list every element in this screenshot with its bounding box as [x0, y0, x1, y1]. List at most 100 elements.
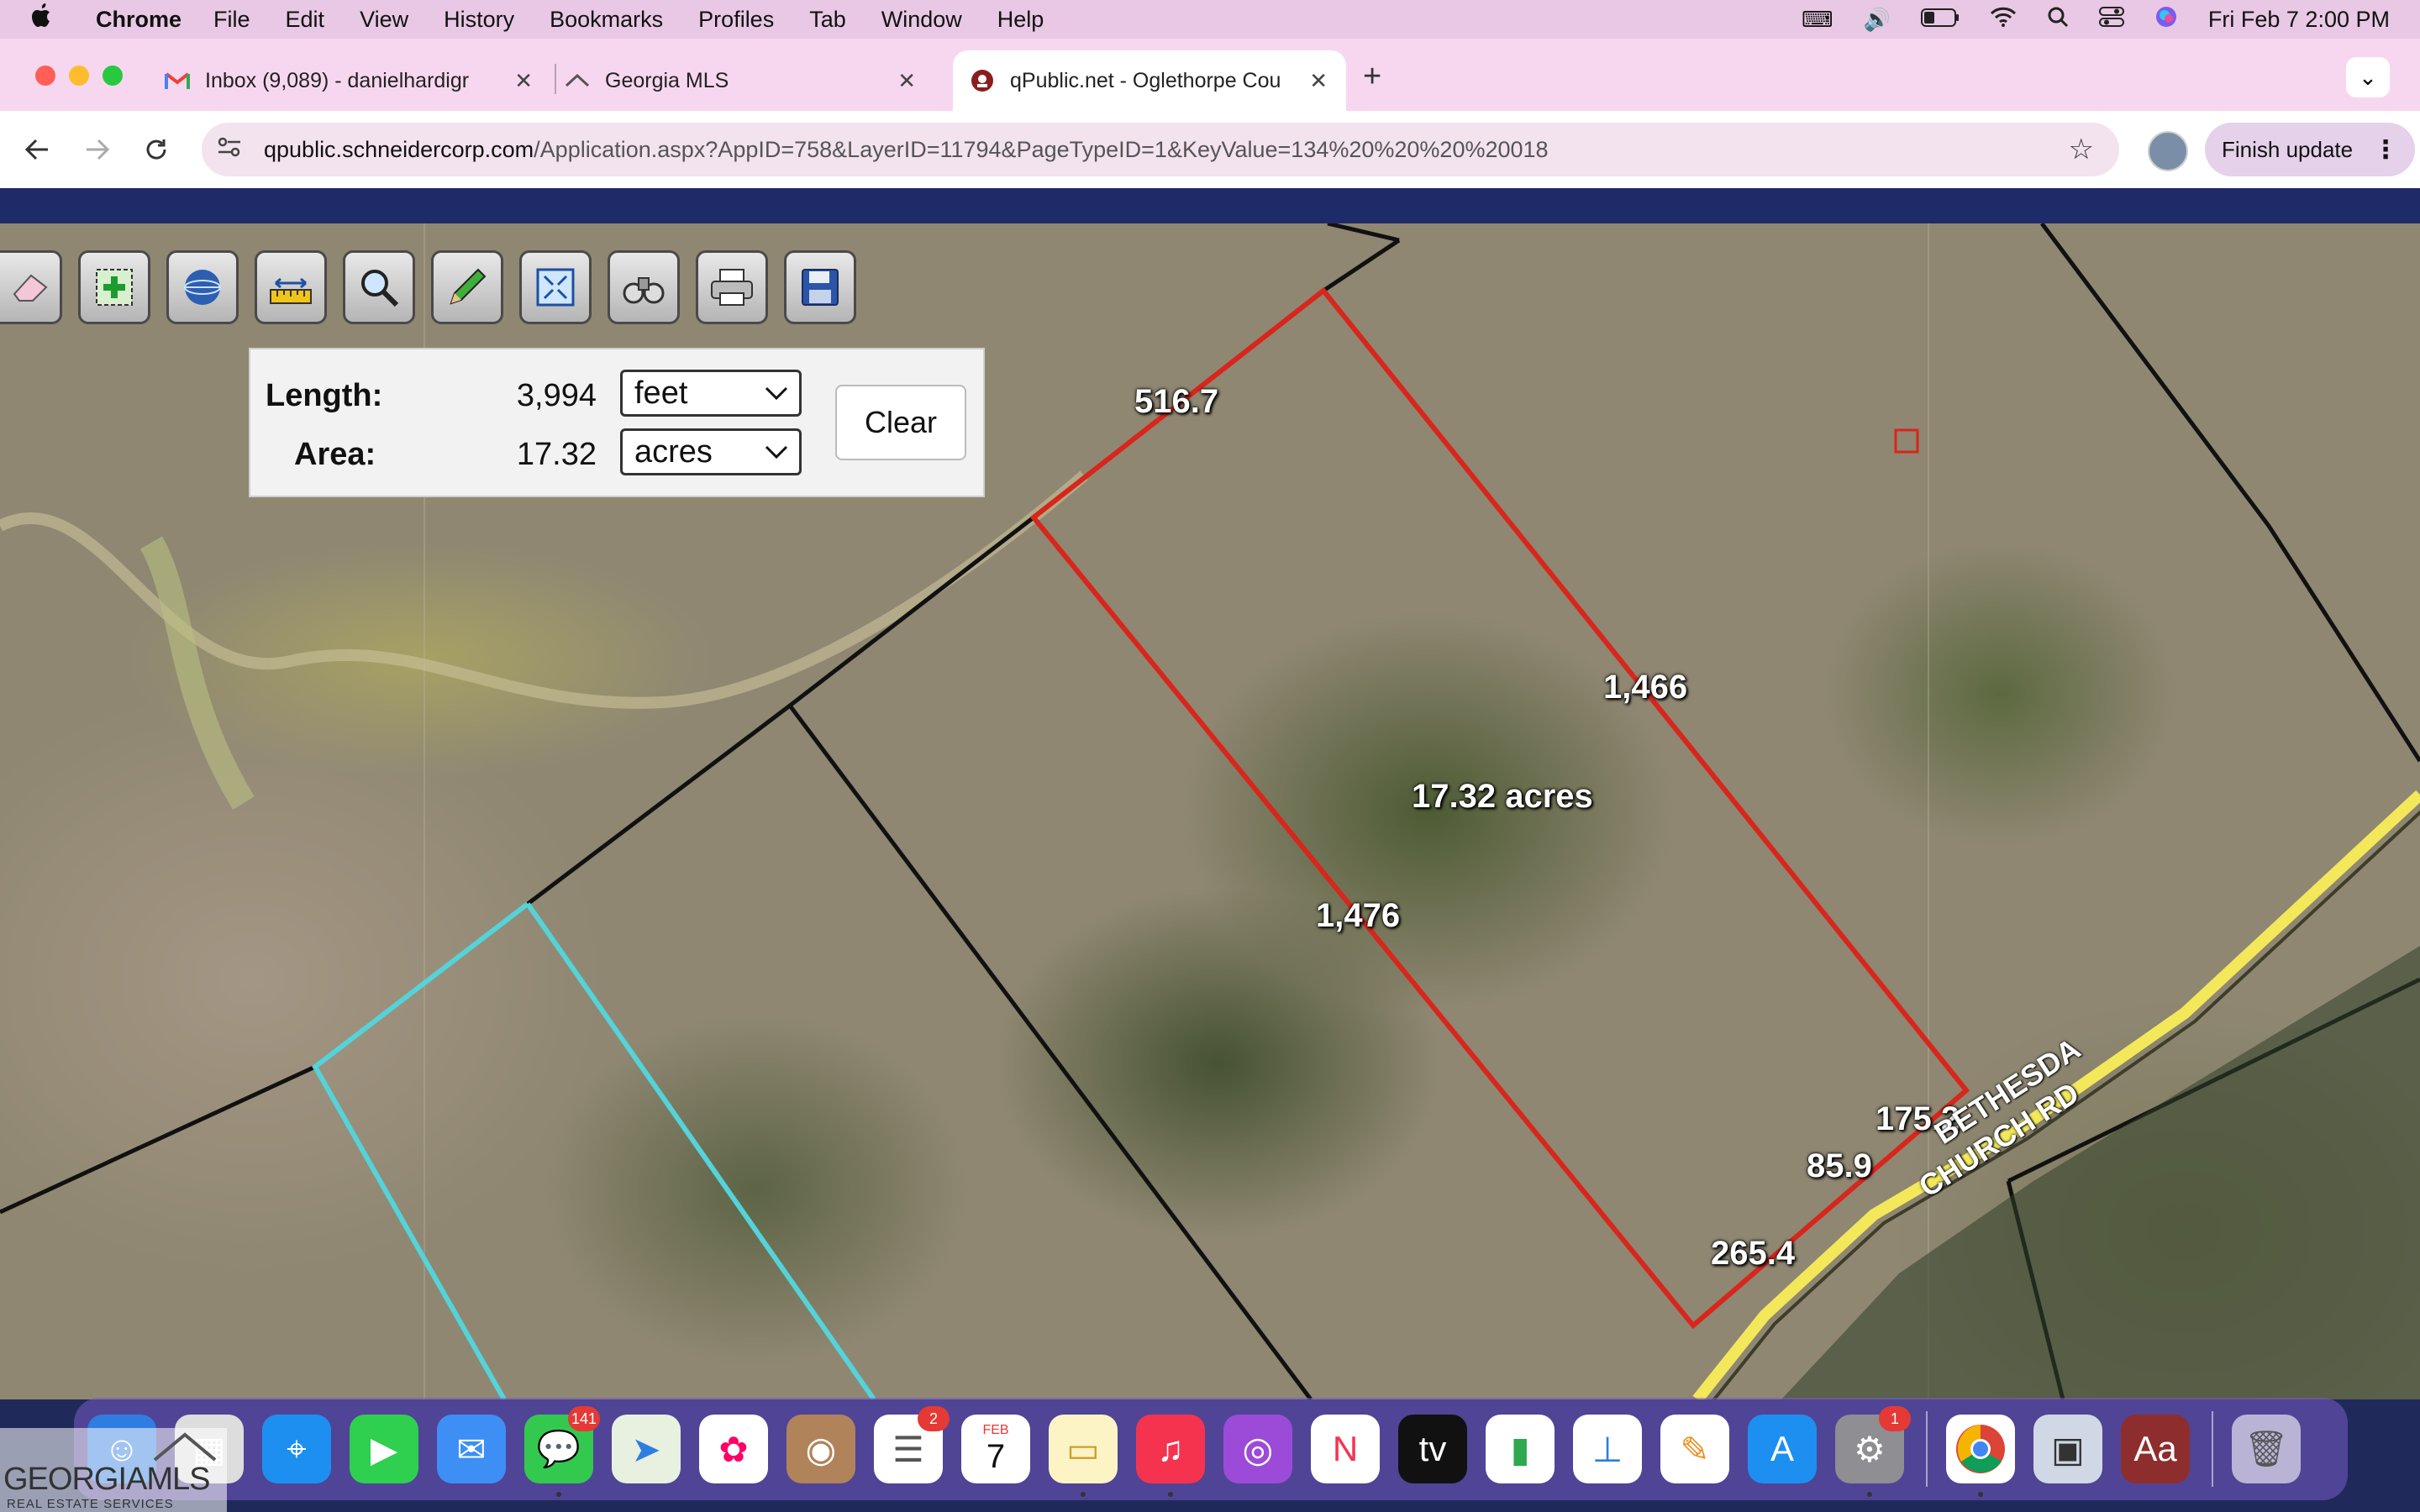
window-close-button[interactable] [35, 66, 55, 86]
profile-avatar[interactable] [2148, 131, 2188, 171]
menu-file[interactable]: File [213, 7, 250, 33]
running-indicator [1867, 1492, 1872, 1497]
pages-icon[interactable]: ✎ [1660, 1415, 1729, 1483]
menu-bookmarks[interactable]: Bookmarks [550, 7, 663, 33]
system-settings-icon[interactable]: ⚙ 1 [1835, 1406, 1911, 1497]
menu-edit[interactable]: Edit [286, 7, 325, 33]
forward-arrow-icon[interactable] [77, 129, 118, 170]
facetime-icon[interactable]: ▶ [350, 1415, 418, 1483]
menubar-clock[interactable]: Fri Feb 7 2:00 PM [2208, 7, 2390, 33]
length-unit-select[interactable]: feet [620, 370, 802, 417]
messages-badge: 141 [567, 1406, 600, 1431]
battery-icon[interactable] [1920, 7, 1960, 33]
calendar-icon[interactable]: FEB 7 [961, 1415, 1030, 1483]
app-menu-chrome[interactable]: Chrome [96, 7, 182, 33]
qpublic-header-bar [0, 188, 2420, 223]
measure-icon[interactable] [255, 250, 327, 324]
siri-icon[interactable] [2154, 5, 2178, 34]
tab-qpublic[interactable]: qPublic.net - Oglethorpe Cou ✕ [953, 50, 1346, 111]
more-menu-icon[interactable]: ⋮ [2373, 135, 2398, 165]
site-info-icon[interactable] [217, 136, 250, 164]
print-icon[interactable] [696, 250, 768, 324]
wifi-icon[interactable] [1990, 7, 2017, 33]
contacts-icon[interactable]: ◉ [786, 1415, 855, 1483]
music-icon[interactable]: ♫ [1136, 1415, 1205, 1497]
full-extent-icon[interactable] [519, 250, 592, 324]
menu-window[interactable]: Window [881, 7, 962, 33]
gmail-icon [165, 68, 190, 93]
tab-search-chevron-icon[interactable]: ⌄ [2346, 57, 2390, 97]
georgia-mls-icon [565, 68, 590, 93]
globe-icon[interactable] [166, 250, 239, 324]
running-indicator [1978, 1492, 1983, 1497]
preview-icon[interactable]: ▣ [2033, 1415, 2102, 1483]
maps-icon[interactable]: ➤ [612, 1415, 681, 1483]
dictionary-icon[interactable]: Aa [2121, 1415, 2190, 1483]
eraser-icon[interactable] [0, 250, 62, 324]
notes-icon[interactable]: ▭ [1049, 1415, 1118, 1497]
spotlight-search-icon[interactable] [2047, 6, 2069, 34]
numbers-icon[interactable]: ▮ [1486, 1415, 1555, 1483]
select-parcel-icon[interactable] [78, 250, 150, 324]
save-disk-icon[interactable] [784, 250, 856, 324]
dock: ☺ ▦ ⌖ ▶ ✉ 💬141 ➤ ✿ ◉ ☰2 FEB 7 ▭ ♫ ◎ N tv… [74, 1398, 2348, 1500]
house-roof-icon [153, 1432, 217, 1462]
tab-title: Georgia MLS [605, 68, 729, 92]
close-tab-icon[interactable]: ✕ [514, 68, 533, 94]
chrome-icon[interactable] [1946, 1415, 2015, 1497]
app-store-icon[interactable]: A [1748, 1415, 1817, 1483]
menu-tab[interactable]: Tab [809, 7, 846, 33]
back-arrow-icon[interactable] [17, 129, 57, 170]
clear-button[interactable]: Clear [835, 385, 966, 460]
segment-length-label: 85.9 [1807, 1147, 1872, 1184]
qpublic-icon [970, 68, 995, 93]
news-icon[interactable]: N [1311, 1415, 1380, 1483]
length-value: 3,994 [516, 378, 597, 413]
segment-length-label: 1,466 [1603, 669, 1688, 706]
identify-magnifier-icon[interactable] [343, 250, 415, 324]
mail-icon[interactable]: ✉ [437, 1415, 506, 1483]
dock-divider [1926, 1411, 1928, 1487]
area-value: 17.32 [516, 437, 597, 472]
area-unit-select[interactable]: acres [620, 428, 802, 475]
finish-update-button[interactable]: Finish update ⋮ [2205, 123, 2415, 176]
bookmark-star-icon[interactable]: ☆ [2069, 133, 2094, 166]
tab-divider [555, 64, 556, 94]
parcel-area-label: 17.32 acres [1412, 778, 1593, 815]
measure-panel: Length: 3,994 feet Area: 17.32 acres Cle… [249, 348, 985, 497]
close-tab-icon[interactable]: ✕ [897, 68, 916, 94]
running-indicator [556, 1492, 561, 1497]
photos-icon[interactable]: ✿ [699, 1415, 768, 1483]
length-unit-value: feet [634, 375, 688, 411]
volume-icon[interactable]: 🔊 [1864, 7, 1891, 33]
tab-georgia-mls[interactable]: Georgia MLS ✕ [565, 50, 934, 111]
window-minimize-button[interactable] [69, 66, 89, 86]
address-bar[interactable]: qpublic.schneidercorp.com/Application.as… [202, 123, 2119, 176]
tab-gmail-inbox[interactable]: Inbox (9,089) - danielhardigr ✕ [165, 50, 551, 111]
close-tab-icon[interactable]: ✕ [1309, 68, 1328, 94]
apple-tv-icon[interactable]: tv [1398, 1415, 1467, 1483]
safari-icon[interactable]: ⌖ [262, 1415, 331, 1483]
georgia-mls-watermark: GEORGIAMLS REAL ESTATE SERVICES [0, 1428, 227, 1512]
menu-view[interactable]: View [360, 7, 408, 33]
menu-help[interactable]: Help [997, 7, 1044, 33]
window-zoom-button[interactable] [103, 66, 123, 86]
menu-profiles[interactable]: Profiles [698, 7, 774, 33]
apple-menu-icon[interactable] [30, 3, 69, 36]
menu-history[interactable]: History [444, 7, 514, 33]
watermark-tagline: REAL ESTATE SERVICES [7, 1497, 174, 1511]
settings-badge: 1 [1879, 1406, 1911, 1431]
url-host: qpublic.schneidercorp.com [264, 136, 534, 162]
keynote-icon[interactable]: ⊥ [1573, 1415, 1642, 1483]
draw-pencil-icon[interactable] [431, 250, 503, 324]
reload-icon[interactable] [136, 129, 176, 170]
trash-icon[interactable]: 🗑 [2232, 1415, 2301, 1483]
new-tab-icon[interactable]: + [1363, 59, 1381, 95]
keyboard-input-icon[interactable]: ⌨ [1802, 7, 1833, 33]
reminders-icon[interactable]: ☰ 2 [874, 1406, 950, 1483]
podcasts-icon[interactable]: ◎ [1223, 1415, 1292, 1483]
control-center-icon[interactable] [2098, 6, 2124, 34]
running-indicator [1168, 1492, 1173, 1497]
binoculars-icon[interactable] [608, 250, 680, 324]
messages-icon[interactable]: 💬 141 [524, 1406, 600, 1497]
